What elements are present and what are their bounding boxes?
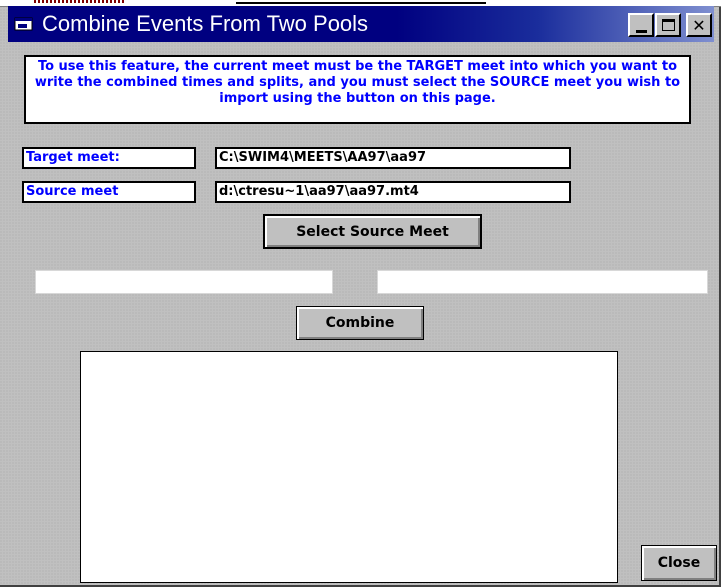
title-bar[interactable]: Combine Events From Two Pools ✕ xyxy=(8,6,714,42)
underlying-window-divider xyxy=(236,2,486,4)
minimize-button[interactable] xyxy=(628,13,654,37)
minimize-icon xyxy=(635,29,647,33)
close-icon: ✕ xyxy=(692,15,706,35)
target-status-field xyxy=(35,270,333,294)
combine-events-window: Combine Events From Two Pools ✕ To use t… xyxy=(0,0,721,587)
source-meet-field: d:\ctresu~1\aa97\aa97.mt4 xyxy=(215,181,571,203)
close-window-button[interactable]: ✕ xyxy=(686,13,712,37)
target-meet-field: C:\SWIM4\MEETS\AA97\aa97 xyxy=(215,147,571,169)
maximize-icon xyxy=(661,19,675,31)
maximize-button[interactable] xyxy=(655,13,681,37)
app-window-icon xyxy=(14,17,33,31)
source-status-field xyxy=(377,270,708,294)
select-source-meet-button[interactable]: Select Source Meet xyxy=(263,214,482,249)
results-list[interactable] xyxy=(80,351,618,583)
window-title: Combine Events From Two Pools xyxy=(42,11,369,36)
close-button[interactable]: Close xyxy=(641,545,717,581)
underlying-window-decoration xyxy=(34,0,124,3)
source-meet-label: Source meet xyxy=(22,181,196,203)
combine-button[interactable]: Combine xyxy=(296,306,424,340)
instructions-text: To use this feature, the current meet mu… xyxy=(24,55,691,124)
target-meet-label: Target meet: xyxy=(22,147,196,169)
